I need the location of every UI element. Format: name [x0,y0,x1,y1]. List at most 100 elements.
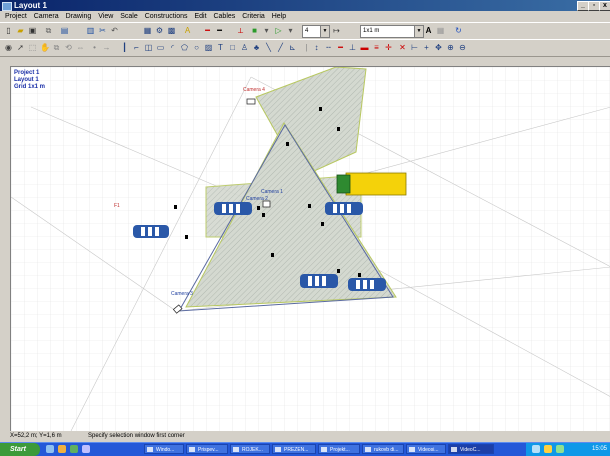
quicklaunch-desktop-icon[interactable] [82,445,90,453]
car-3[interactable] [325,202,363,215]
car-4[interactable] [300,274,338,288]
menu-constructions[interactable]: Constructions [145,13,188,20]
red-bar-2-icon[interactable]: ≡ [372,43,381,52]
more-icon[interactable]: • [90,43,99,52]
diagonal-2-icon[interactable]: ╱ [276,43,285,52]
hand-icon[interactable]: ✋ [40,43,50,52]
car-2[interactable] [214,202,252,215]
task-2[interactable]: Prispev... [186,444,228,454]
red-bar-icon[interactable]: ▬ [360,43,369,52]
arc-icon[interactable]: ◜ [168,43,177,52]
car-1[interactable] [133,225,169,238]
close-button[interactable]: x [599,1,610,11]
menu-view[interactable]: View [98,13,113,20]
task-6[interactable]: rukovb di... [362,444,404,454]
dash-line-icon[interactable]: ╌ [324,43,333,52]
menu-drawing[interactable]: Drawing [66,13,92,20]
scale-field[interactable]: 1x1 m ▼ [360,25,424,38]
line-black-icon[interactable]: ━ [215,26,224,35]
paste-icon[interactable]: ▥ [86,26,95,35]
polygon-icon[interactable]: ⬠ [180,43,189,52]
quicklaunch-folder-icon[interactable] [58,445,66,453]
task-7[interactable]: Videosi... [406,444,446,454]
layer-icon[interactable]: ▷ [274,26,283,35]
dropdown-arrow-icon[interactable]: ▾ [262,26,271,35]
measure-icon[interactable]: ⊾ [288,43,297,52]
task-8[interactable]: VideoC... [448,444,494,454]
menu-cables[interactable]: Cables [213,13,235,20]
line-red-icon[interactable]: ━ [203,26,212,35]
drawing-canvas[interactable]: Camera 4 Camera 1 Camera 2 Camera 3 F1 P… [10,66,610,431]
person-icon[interactable]: ♙ [240,43,249,52]
line-width-icon[interactable]: ↦ [332,26,341,35]
cross-icon[interactable]: + [422,43,431,52]
door-icon[interactable]: ◫ [144,43,153,52]
move-icon[interactable]: ↕ [312,43,321,52]
task-5[interactable]: Projekt... [318,444,360,454]
diagonal-icon[interactable]: ╲ [264,43,273,52]
menu-project[interactable]: Project [5,13,27,20]
grid-icon[interactable]: ▩ [167,26,176,35]
font-icon[interactable]: A [424,26,433,35]
dimension-icon[interactable]: ⟂ [236,26,245,35]
tree-icon[interactable]: ♣ [252,43,261,52]
tray-volume-icon[interactable] [544,445,552,453]
menu-edit[interactable]: Edit [194,13,206,20]
mirror-icon[interactable]: ⇔ [76,43,85,52]
undo-icon[interactable]: ↶ [110,26,119,35]
task-3[interactable]: ROJEK... [230,444,270,454]
rotate-icon[interactable]: ⟲ [64,43,73,52]
pointer-icon[interactable]: ➚ [16,43,25,52]
tray-security-icon[interactable] [556,445,564,453]
text-tool-icon[interactable]: T [216,43,225,52]
zoom-box-icon[interactable]: ⬚ [28,43,37,52]
red-line-icon[interactable]: ━ [336,43,345,52]
open-icon[interactable]: ▰ [16,26,25,35]
settings-icon[interactable]: ⚙ [155,26,164,35]
circle-icon[interactable]: ○ [192,43,201,52]
copy-object-icon[interactable]: ⧉ [52,43,61,52]
page-dropdown-icon[interactable]: ▼ [320,26,329,37]
car-5[interactable] [348,278,386,291]
quicklaunch-media-icon[interactable] [70,445,78,453]
new-icon[interactable]: ▯ [4,26,13,35]
window-shape-icon[interactable]: ▭ [156,43,165,52]
text-icon[interactable]: A [183,26,192,35]
print-icon[interactable]: ▤ [60,26,69,35]
menu-criteria[interactable]: Criteria [242,13,265,20]
truck[interactable] [336,172,407,196]
delete-icon[interactable]: ✕ [398,43,407,52]
hatch-icon[interactable]: ▨ [204,43,213,52]
align-icon[interactable]: ⊥ [348,43,357,52]
menu-help[interactable]: Help [272,13,286,20]
copy-icon[interactable]: ⧉ [44,26,53,35]
task-4[interactable]: PREZEN... [272,444,316,454]
camera-icon[interactable]: ▦ [143,26,152,35]
rect-icon[interactable]: □ [228,43,237,52]
arrow-right-icon[interactable]: → [102,43,111,52]
pan-icon[interactable]: ✥ [434,43,443,52]
camera-4-icon[interactable] [246,98,256,105]
wall-icon[interactable]: ⌐ [132,43,141,52]
page-field[interactable]: 4 ▼ [302,25,330,38]
ruler-icon[interactable]: ┃ [120,43,129,52]
save-icon[interactable]: ▣ [28,26,37,35]
cut-icon[interactable]: ✂ [98,26,107,35]
select-icon[interactable]: ◉ [4,43,13,52]
fill-color-icon[interactable]: ■ [250,26,259,35]
zoom-out-icon[interactable]: ⊖ [458,43,467,52]
dropdown-arrow-2-icon[interactable]: ▾ [286,26,295,35]
scale-dropdown-icon[interactable]: ▼ [414,26,423,37]
menu-scale[interactable]: Scale [120,13,138,20]
add-point-icon[interactable]: ✛ [384,43,393,52]
snap-icon[interactable]: ⊢ [410,43,419,52]
tray-network-icon[interactable] [532,445,540,453]
menu-camera[interactable]: Camera [34,13,59,20]
quicklaunch-ie-icon[interactable] [46,445,54,453]
table-icon[interactable]: ▦ [436,26,445,35]
refresh-icon[interactable]: ↻ [454,26,463,35]
task-1[interactable]: Windo... [144,444,184,454]
zoom-in-icon[interactable]: ⊕ [446,43,455,52]
start-button[interactable]: Start [0,443,40,456]
layout-plan[interactable]: Camera 4 Camera 1 Camera 2 Camera 3 F1 [11,67,610,431]
